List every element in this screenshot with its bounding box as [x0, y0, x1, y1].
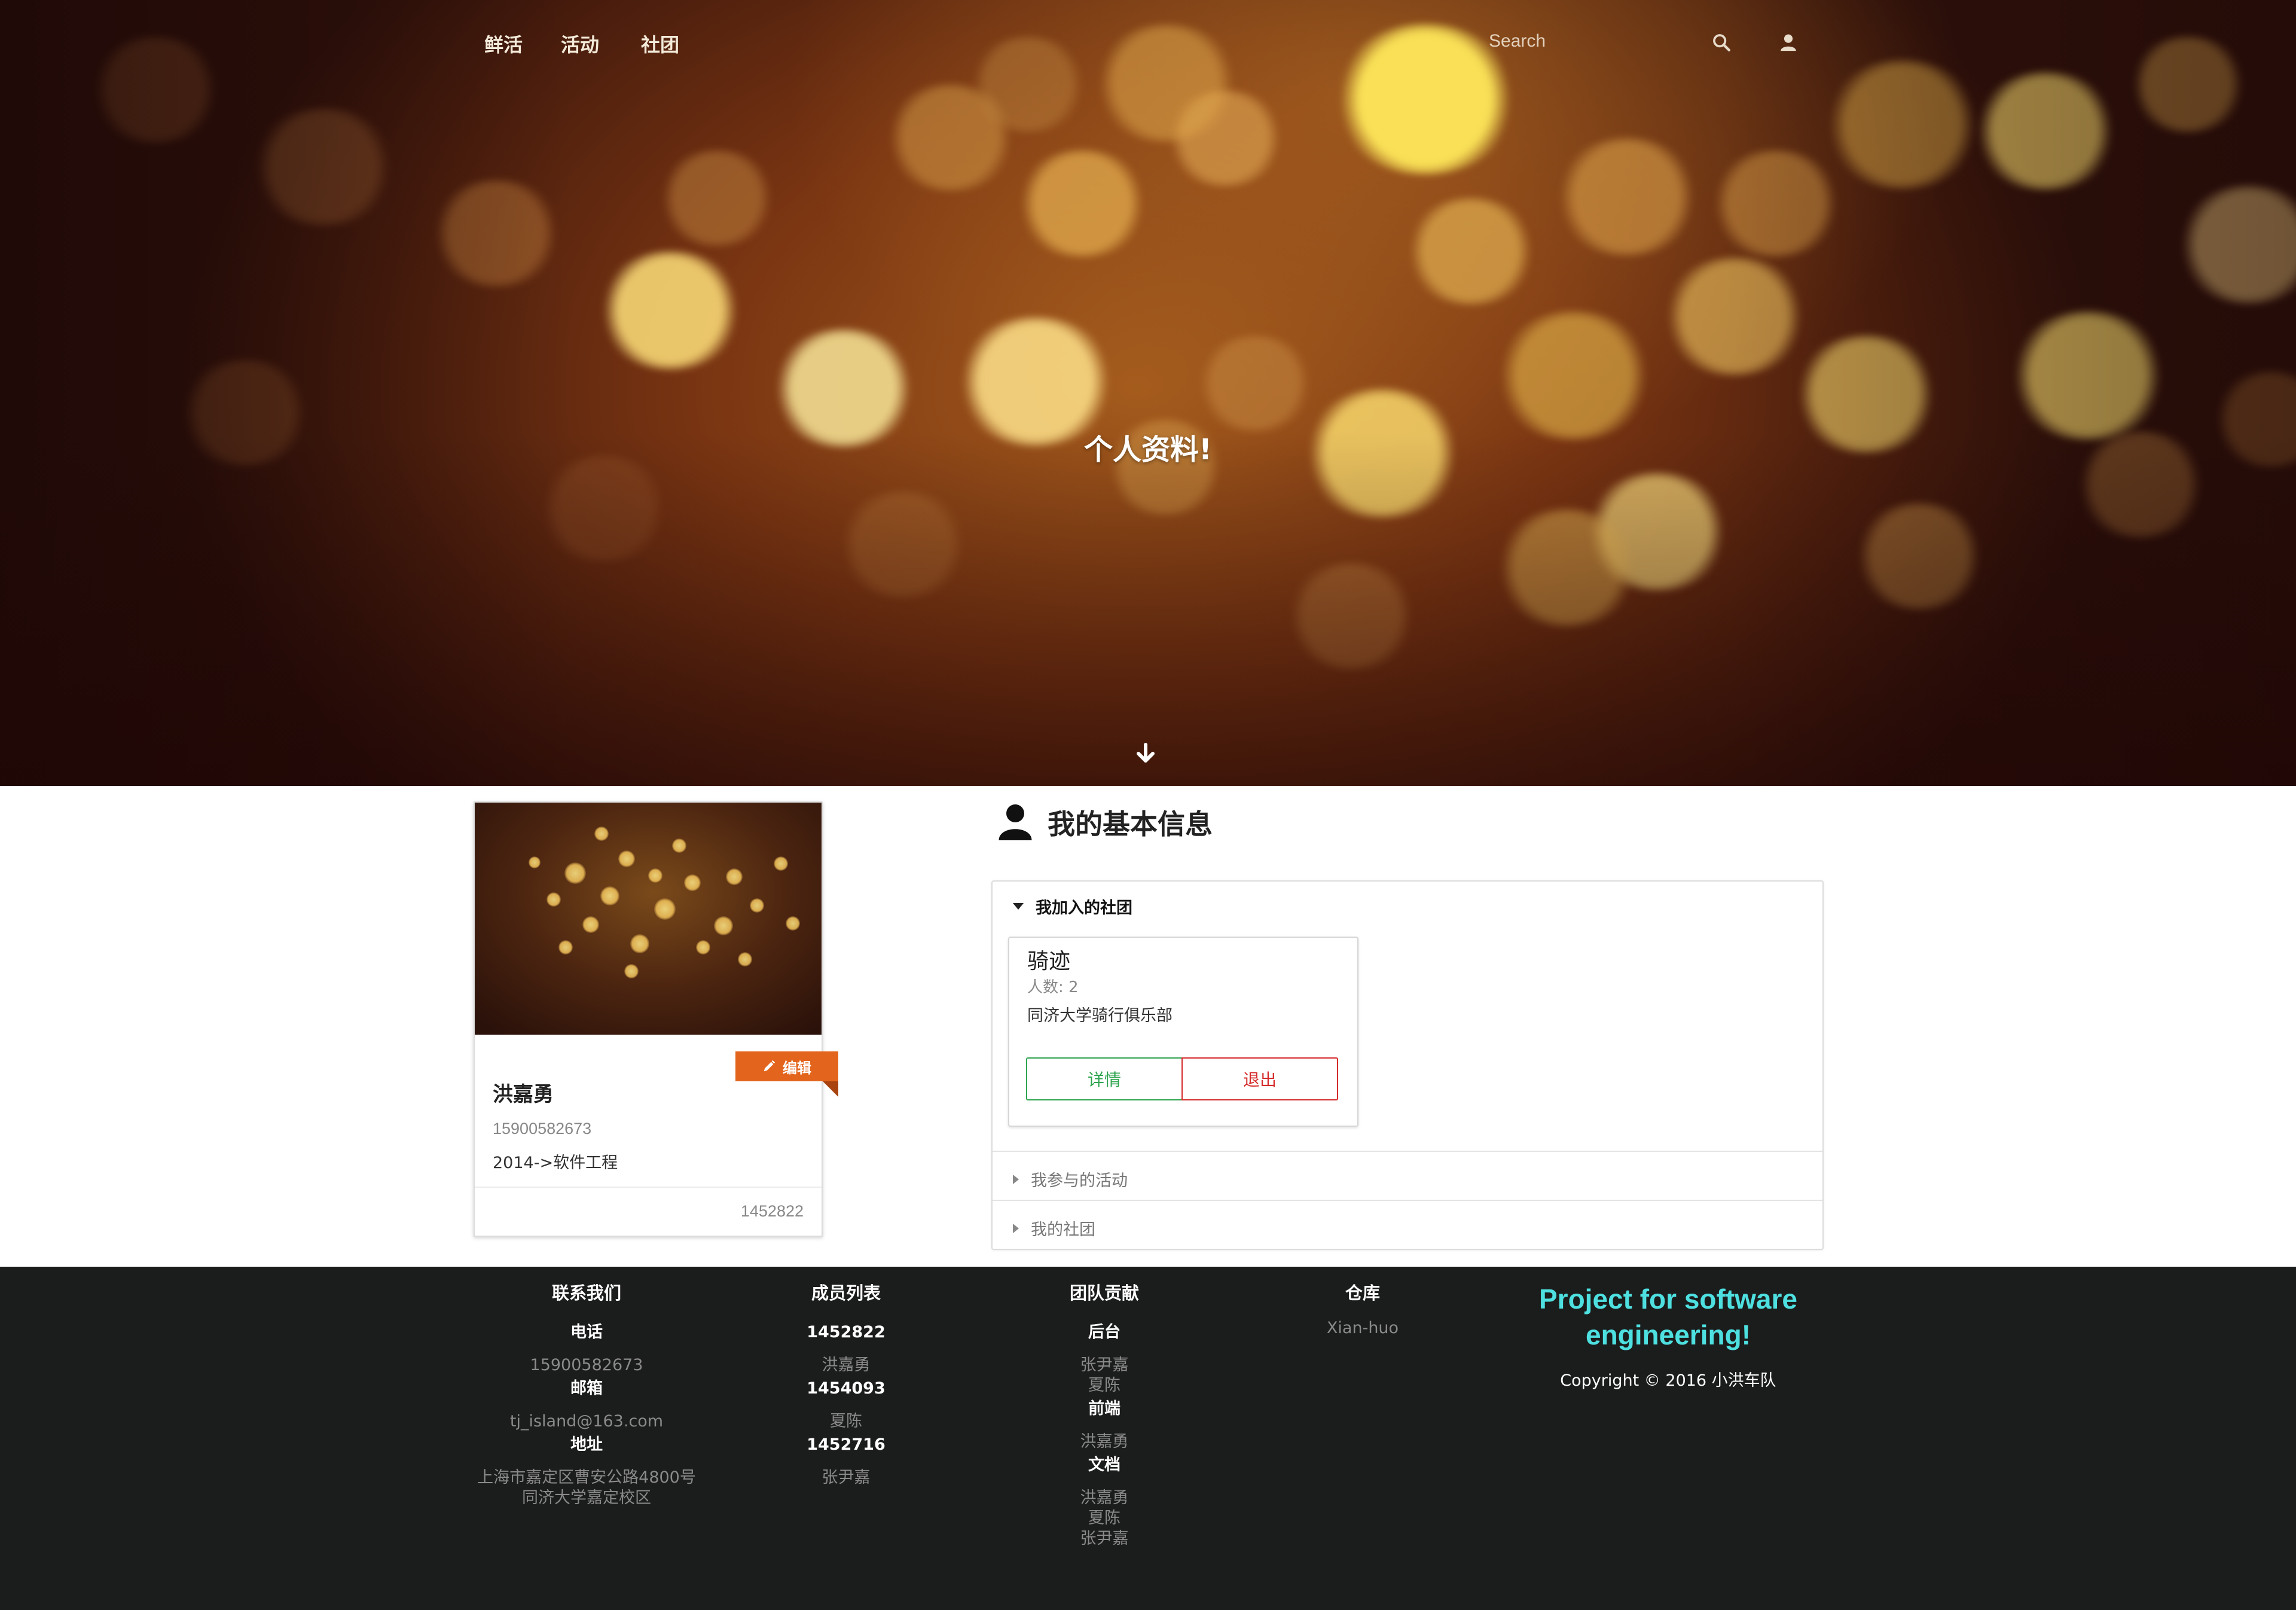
club-detail-button[interactable]: 详情: [1026, 1057, 1183, 1100]
section-title: 我的基本信息: [1048, 808, 1213, 840]
user-icon[interactable]: [1778, 32, 1799, 53]
divider: [993, 1151, 1822, 1152]
club-quit-button[interactable]: 退出: [1181, 1057, 1338, 1100]
footer-repository: 仓库 Xian-huo: [1234, 1280, 1491, 1341]
contrib-role: 文档: [1088, 1456, 1120, 1474]
nav-link-xianhuo[interactable]: 鲜活: [484, 30, 523, 57]
accordion-activities[interactable]: 我参与的活动: [1013, 1167, 1128, 1191]
club-card: 骑迹 人数: 2 同济大学骑行俱乐部 详情 退出: [1008, 937, 1358, 1127]
contrib-role: 后台: [1088, 1323, 1120, 1341]
contrib-role: 前端: [1088, 1399, 1120, 1418]
profile-card: 洪嘉勇 15900582673 2014->软件工程 1452822: [474, 801, 823, 1237]
footer-contributions: 团队贡献 后台 张尹嘉 夏陈 前端 洪嘉勇 文档 洪嘉勇 夏陈 张尹嘉: [976, 1280, 1233, 1549]
info-accordion: 我加入的社团 骑迹 人数: 2 同济大学骑行俱乐部 详情 退出 我参与的活动 我…: [991, 880, 1824, 1250]
footer-heading: 团队贡献: [1069, 1283, 1139, 1303]
accordion-joined-clubs[interactable]: 我加入的社团: [1013, 895, 1132, 918]
profile-phone: 15900582673: [493, 1120, 592, 1138]
footer-heading: 联系我们: [551, 1283, 621, 1303]
club-member-count: 人数: 2: [1027, 978, 1079, 996]
footer-tagline: Project for software engineering!: [1539, 1283, 1797, 1350]
user-icon: [999, 804, 1032, 840]
accordion-my-clubs[interactable]: 我的社团: [1013, 1216, 1095, 1240]
arrow-down-icon[interactable]: [1135, 742, 1156, 766]
caret-right-icon: [1013, 1174, 1019, 1184]
edit-label: 编辑: [783, 1059, 811, 1077]
accordion-label: 我参与的活动: [1031, 1172, 1128, 1190]
footer-heading: 仓库: [1345, 1283, 1380, 1303]
footer-label: 电话: [570, 1323, 603, 1341]
pencil-icon: [764, 1060, 775, 1072]
hero-banner: 鲜活 活动 社团 个人资料!: [0, 0, 2296, 786]
profile-student-id: 1452822: [740, 1202, 804, 1220]
search-icon[interactable]: [1711, 32, 1732, 53]
contrib-person: 洪嘉勇: [1080, 1432, 1129, 1451]
repo-link[interactable]: Xian-huo: [1234, 1316, 1491, 1341]
accordion-label: 我加入的社团: [1036, 899, 1132, 917]
accordion-label: 我的社团: [1031, 1221, 1095, 1239]
caret-down-icon: [1013, 903, 1024, 910]
footer-phone: 15900582673: [530, 1356, 643, 1374]
search-input[interactable]: [1489, 26, 1668, 56]
member-name: 夏陈: [830, 1412, 862, 1431]
caret-right-icon: [1013, 1223, 1019, 1233]
contrib-person: 张尹嘉: [1080, 1529, 1129, 1548]
club-name: 骑迹: [1027, 949, 1071, 974]
info-header: 我的基本信息: [997, 801, 1213, 843]
ribbon-fold: [823, 1081, 838, 1097]
nav-link-activities[interactable]: 活动: [561, 30, 599, 57]
divider: [475, 1187, 822, 1188]
footer-label: 地址: [570, 1435, 603, 1454]
footer-address: 上海市嘉定区曹安公路4800号: [477, 1468, 696, 1487]
footer-copyright: Copyright © 2016 小洪车队: [1560, 1371, 1776, 1390]
nav-link-clubs[interactable]: 社团: [641, 30, 679, 57]
footer-members: 成员列表 1452822 洪嘉勇 1454093 夏陈 1452716 张尹嘉: [718, 1280, 975, 1488]
profile-cover-image: [475, 803, 822, 1035]
footer-address: 同济大学嘉定校区: [522, 1489, 651, 1507]
contrib-person: 洪嘉勇: [1080, 1489, 1129, 1507]
contrib-person: 夏陈: [1088, 1376, 1120, 1395]
contrib-person: 张尹嘉: [1080, 1356, 1129, 1374]
contrib-person: 夏陈: [1088, 1509, 1120, 1527]
profile-major: 2014->软件工程: [493, 1154, 618, 1172]
member-id: 1452822: [807, 1323, 886, 1341]
page-title: 个人资料!: [1084, 433, 1212, 466]
profile-name: 洪嘉勇: [493, 1083, 554, 1106]
member-id: 1452716: [807, 1435, 886, 1454]
divider: [993, 1200, 1822, 1201]
footer-heading: 成员列表: [811, 1283, 881, 1303]
edit-profile-button[interactable]: 编辑: [735, 1051, 838, 1081]
member-name: 张尹嘉: [822, 1468, 871, 1487]
footer-email[interactable]: tj_island@163.com: [458, 1411, 715, 1432]
footer-label: 邮箱: [570, 1379, 603, 1398]
member-id: 1454093: [807, 1379, 886, 1398]
club-description: 同济大学骑行俱乐部: [1027, 1007, 1173, 1025]
footer-contact: 联系我们 电话 15900582673 邮箱 tj_island@163.com…: [458, 1280, 715, 1508]
footer: 联系我们 电话 15900582673 邮箱 tj_island@163.com…: [0, 1267, 2296, 1610]
member-name: 洪嘉勇: [822, 1356, 871, 1374]
